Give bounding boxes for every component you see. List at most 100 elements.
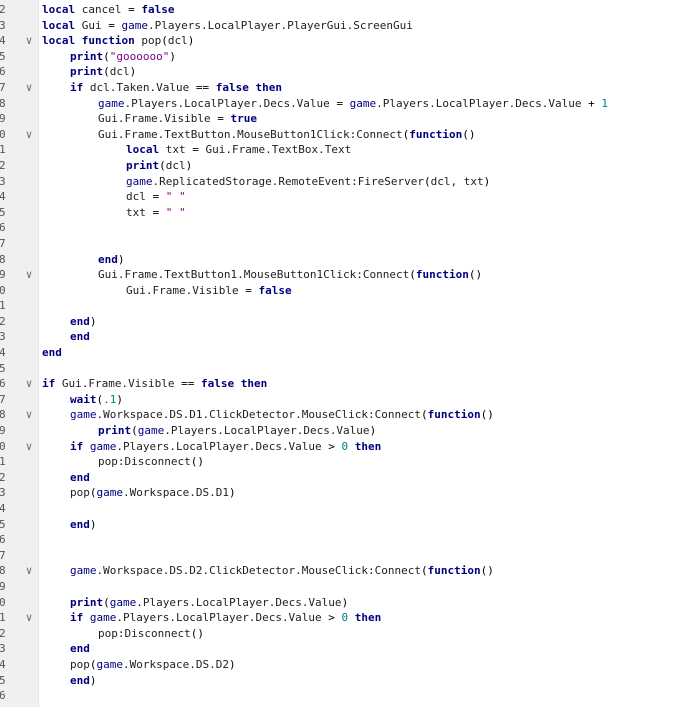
code-text: if dcl.Taken.Value == false then (70, 80, 282, 96)
code-line[interactable]: 6 ∨ if Gui.Frame.Visible == false then (0, 376, 700, 392)
fold-chevron-icon[interactable]: ∨ (24, 267, 34, 283)
code-token: game (137, 424, 165, 438)
line-number: 3 (0, 486, 6, 500)
code-token: ( (421, 408, 428, 422)
code-text: local txt = Gui.Frame.TextBox.Text (126, 142, 351, 158)
fold-chevron-icon[interactable]: ∨ (24, 407, 34, 423)
code-token: ) (89, 314, 97, 328)
code-line[interactable]: 2 local cancel = false (0, 2, 700, 18)
code-line[interactable]: 5 txt = " " (0, 205, 700, 221)
code-line[interactable]: 3 end (0, 641, 700, 657)
code-line[interactable]: 2 print(dcl) (0, 158, 700, 174)
code-line[interactable]: 8 ∨ game.Workspace.DS.D1.ClickDetector.Mou… (0, 407, 700, 423)
fold-chevron-icon[interactable]: ∨ (24, 33, 34, 49)
fold-chevron-icon[interactable]: ∨ (24, 376, 34, 392)
line-number: 5 (0, 517, 6, 531)
fold-chevron-icon[interactable]: ∨ (24, 80, 34, 96)
code-line[interactable]: 2 end (0, 470, 700, 486)
code-line[interactable]: 4 end (0, 345, 700, 361)
code-token: end (70, 470, 90, 484)
code-token: = (245, 283, 252, 297)
line-number: 0 (0, 595, 6, 609)
line-number: 0 (0, 283, 6, 297)
code-text: end (70, 329, 90, 345)
code-line[interactable]: 5 end) (0, 517, 700, 533)
code-line[interactable]: 9 (0, 579, 700, 595)
code-token: false (258, 283, 292, 297)
code-token: game (121, 18, 149, 32)
line-number: 1 (0, 143, 6, 157)
code-token: Gui.Frame.TextBox.Text (198, 143, 352, 157)
code-line[interactable]: 4 dcl = " " (0, 189, 700, 205)
code-token: 1 (601, 96, 608, 110)
code-token: game (89, 611, 117, 625)
code-line[interactable]: 9 Gui.Frame.Visible = true (0, 111, 700, 127)
fold-chevron-icon[interactable]: ∨ (24, 127, 34, 143)
code-line[interactable]: 0 ∨ if game.Players.LocalPlayer.Decs.Value… (0, 439, 700, 455)
code-text: print(dcl) (126, 158, 192, 174)
line-number: 6 (0, 533, 6, 547)
code-line[interactable]: 3 end (0, 329, 700, 345)
code-token: .Players.LocalPlayer.Decs.Value (116, 611, 329, 625)
code-line[interactable]: 4 ∨ local function pop(dcl) (0, 33, 700, 49)
code-line[interactable]: 1 ∨ if game.Players.LocalPlayer.Decs.Value… (0, 610, 700, 626)
code-lines[interactable]: 2 local cancel = false 3 local Gui = game.P… (0, 2, 700, 704)
code-line[interactable]: 7 (0, 548, 700, 564)
code-token: ( (409, 268, 416, 282)
code-line[interactable]: 9 ∨ Gui.Frame.TextButton1.MouseButton1Clic… (0, 267, 700, 283)
code-token: Gui (75, 18, 109, 32)
code-line[interactable]: 6 (0, 688, 700, 704)
code-line[interactable]: 0 print(game.Players.LocalPlayer.Decs.Val… (0, 595, 700, 611)
code-line[interactable]: 2 pop:Disconnect() (0, 626, 700, 642)
code-text: game.Workspace.DS.D2.ClickDetector.Mouse… (70, 563, 494, 579)
code-line[interactable]: 5 end) (0, 673, 700, 689)
line-number: 2 (0, 626, 6, 640)
code-line[interactable]: 7 wait(.1) (0, 392, 700, 408)
code-line[interactable]: 0 Gui.Frame.Visible = false (0, 283, 700, 299)
code-line[interactable]: 5 print("goooooo") (0, 49, 700, 65)
code-token: pop (70, 486, 90, 500)
code-token: print (98, 424, 132, 438)
code-line[interactable]: 6 (0, 532, 700, 548)
code-token: ( (89, 486, 97, 500)
code-text: txt = " " (126, 205, 186, 221)
line-number: 8 (0, 96, 6, 110)
code-token: .Players.LocalPlayer.PlayerGui.ScreenGui (148, 18, 413, 32)
code-token: ( (103, 65, 110, 79)
fold-chevron-icon[interactable]: ∨ (24, 563, 34, 579)
line-number: 6 (0, 221, 6, 235)
code-text: end) (70, 673, 97, 689)
fold-chevron-icon[interactable]: ∨ (24, 439, 34, 455)
code-text: dcl = " " (126, 189, 186, 205)
code-line[interactable]: 0 ∨ Gui.Frame.TextButton.MouseButton1Click… (0, 127, 700, 143)
line-number: 4 (0, 190, 6, 204)
code-line[interactable]: 8 game.Players.LocalPlayer.Decs.Value = g… (0, 96, 700, 112)
code-line[interactable]: 6 print(dcl) (0, 64, 700, 80)
code-token: wait (70, 392, 97, 406)
code-line[interactable]: 3 game.ReplicatedStorage.RemoteEvent:Fire… (0, 174, 700, 190)
code-line[interactable]: 6 (0, 220, 700, 236)
code-line[interactable]: 8 end) (0, 252, 700, 268)
code-text: local function pop(dcl) (42, 33, 194, 49)
code-token: local (42, 18, 76, 32)
code-line[interactable]: 7 ∨ if dcl.Taken.Value == false then (0, 80, 700, 96)
code-line[interactable]: 2 end) (0, 314, 700, 330)
code-line[interactable]: 4 (0, 501, 700, 517)
code-line[interactable]: 3 pop(game.Workspace.DS.D1) (0, 485, 700, 501)
code-line[interactable]: 1 (0, 298, 700, 314)
line-number: 7 (0, 80, 6, 94)
code-token: print (70, 595, 104, 609)
code-line[interactable]: 3 local Gui = game.Players.LocalPlayer.Pl… (0, 18, 700, 34)
code-line[interactable]: 4 pop(game.Workspace.DS.D2) (0, 657, 700, 673)
code-line[interactable]: 1 pop:Disconnect() (0, 454, 700, 470)
code-line[interactable]: 9 print(game.Players.LocalPlayer.Decs.Val… (0, 423, 700, 439)
code-line[interactable]: 8 ∨ game.Workspace.DS.D2.ClickDetector.Mou… (0, 563, 700, 579)
code-line[interactable]: 7 (0, 236, 700, 252)
code-editor[interactable]: 2 local cancel = false 3 local Gui = game.P… (0, 0, 700, 707)
code-line[interactable]: 5 (0, 361, 700, 377)
code-line[interactable]: 1 local txt = Gui.Frame.TextBox.Text (0, 142, 700, 158)
fold-chevron-icon[interactable]: ∨ (24, 610, 34, 626)
